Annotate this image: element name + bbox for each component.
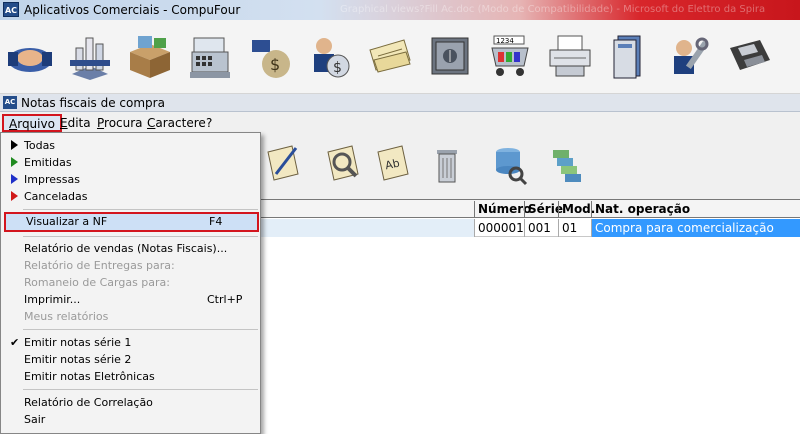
money-coin-person-icon[interactable]: $ [300,26,360,86]
menu-item-relatorio-entregas: Relatório de Entregas para: [24,259,175,272]
menu-separator [23,389,258,390]
books-icon[interactable] [600,26,660,86]
shopping-cart-numbers-icon[interactable]: 1234 [480,26,540,86]
cell-nat-operacao[interactable]: Compra para comercialização [591,219,800,237]
app-icon: AC [3,2,19,17]
checkbook-icon[interactable] [360,26,420,86]
menu-item-emitir-eletronicas[interactable]: Emitir notas Eletrônicas [2,368,259,385]
database-search-icon[interactable] [483,137,537,191]
money-bag-hand-icon[interactable]: $ [240,26,300,86]
menu-item-emitir-serie-1[interactable]: ✔ Emitir notas série 1 [2,334,259,351]
menu-item-visualizar-nf[interactable]: Visualizar a NF F4 [4,212,259,232]
cell-numero[interactable]: 000001 [474,219,524,237]
cell-serie[interactable]: 001 [524,219,558,237]
handshake-icon[interactable] [0,26,60,86]
blue-triangle-icon [11,174,18,184]
file-menu-dropdown: Todas Emitidas Impressas Canceladas Visu… [0,132,261,434]
child-window-icon: AC [3,96,17,109]
child-window-title: Notas fiscais de compra [21,96,165,110]
window-title: Aplicativos Comerciais - CompuFour [24,3,241,17]
green-triangle-icon [11,157,18,167]
cell-mod[interactable]: 01 [558,219,591,237]
window-title-bar: AC Aplicativos Comerciais - CompuFour Gr… [0,0,800,20]
column-nat-operacao[interactable]: Nat. operação [591,201,800,218]
menu-item-romaneio-cargas: Romaneio de Cargas para: [24,276,170,289]
menu-separator [23,329,258,330]
menu-caractere[interactable]: Caractere [147,116,206,130]
menubar: Arquivo Edita Procura Caractere ? [0,114,800,132]
text-document-icon[interactable]: Ab [365,137,419,191]
menu-item-imprimir[interactable]: Imprimir... Ctrl+P [2,291,259,308]
building-chart-icon[interactable] [60,26,120,86]
svg-text:$: $ [270,55,280,74]
trash-bin-icon[interactable] [420,137,474,191]
menu-arquivo-rest: rquivo [17,117,55,131]
stacked-papers-icon[interactable] [540,137,594,191]
column-numero[interactable]: Número [474,201,531,218]
svg-text:$: $ [333,60,342,76]
svg-text:1234: 1234 [496,37,514,45]
menu-item-emitir-serie-2[interactable]: Emitir notas série 2 [2,351,259,368]
background-window-title: Graphical views?Fill Ac.doc (Modo de Com… [340,4,766,15]
checkmark-icon: ✔ [10,336,20,349]
child-window-title-bar: AC Notas fiscais de compra [0,94,800,112]
menu-item-relatorio-correlacao[interactable]: Relatório de Correlação [2,394,259,411]
menu-item-relatorio-vendas[interactable]: Relatório de vendas (Notas Fiscais)... [2,240,259,257]
cash-register-icon[interactable] [180,26,240,86]
edit-document-icon[interactable] [255,137,309,191]
menu-edita[interactable]: Edita [60,116,91,130]
printer-icon[interactable] [540,26,600,86]
menu-item-todas[interactable]: Todas [2,137,259,154]
menu-item-meus-relatorios: Meus relatórios [24,310,109,323]
floppy-disk-icon[interactable] [720,26,780,86]
red-triangle-icon [11,191,18,201]
menu-item-sair[interactable]: Sair [2,411,259,428]
search-document-icon[interactable] [315,137,369,191]
menu-item-impressas[interactable]: Impressas [2,171,259,188]
main-toolbar: $ $ 1234 [0,20,800,94]
column-mod[interactable]: Mod. [558,201,595,218]
menu-separator [23,236,258,237]
menu-item-canceladas[interactable]: Canceladas [2,188,259,205]
menu-item-emitidas[interactable]: Emitidas [2,154,259,171]
menu-help[interactable]: ? [206,116,212,130]
menu-separator [23,209,258,210]
boxes-icon[interactable] [120,26,180,86]
menu-procura[interactable]: Procura [97,116,143,130]
black-triangle-icon [11,140,18,150]
safe-icon[interactable] [420,26,480,86]
tools-icon[interactable] [660,26,720,86]
column-serie[interactable]: Série [524,201,563,218]
menu-arquivo[interactable]: Arquivo [2,114,62,132]
